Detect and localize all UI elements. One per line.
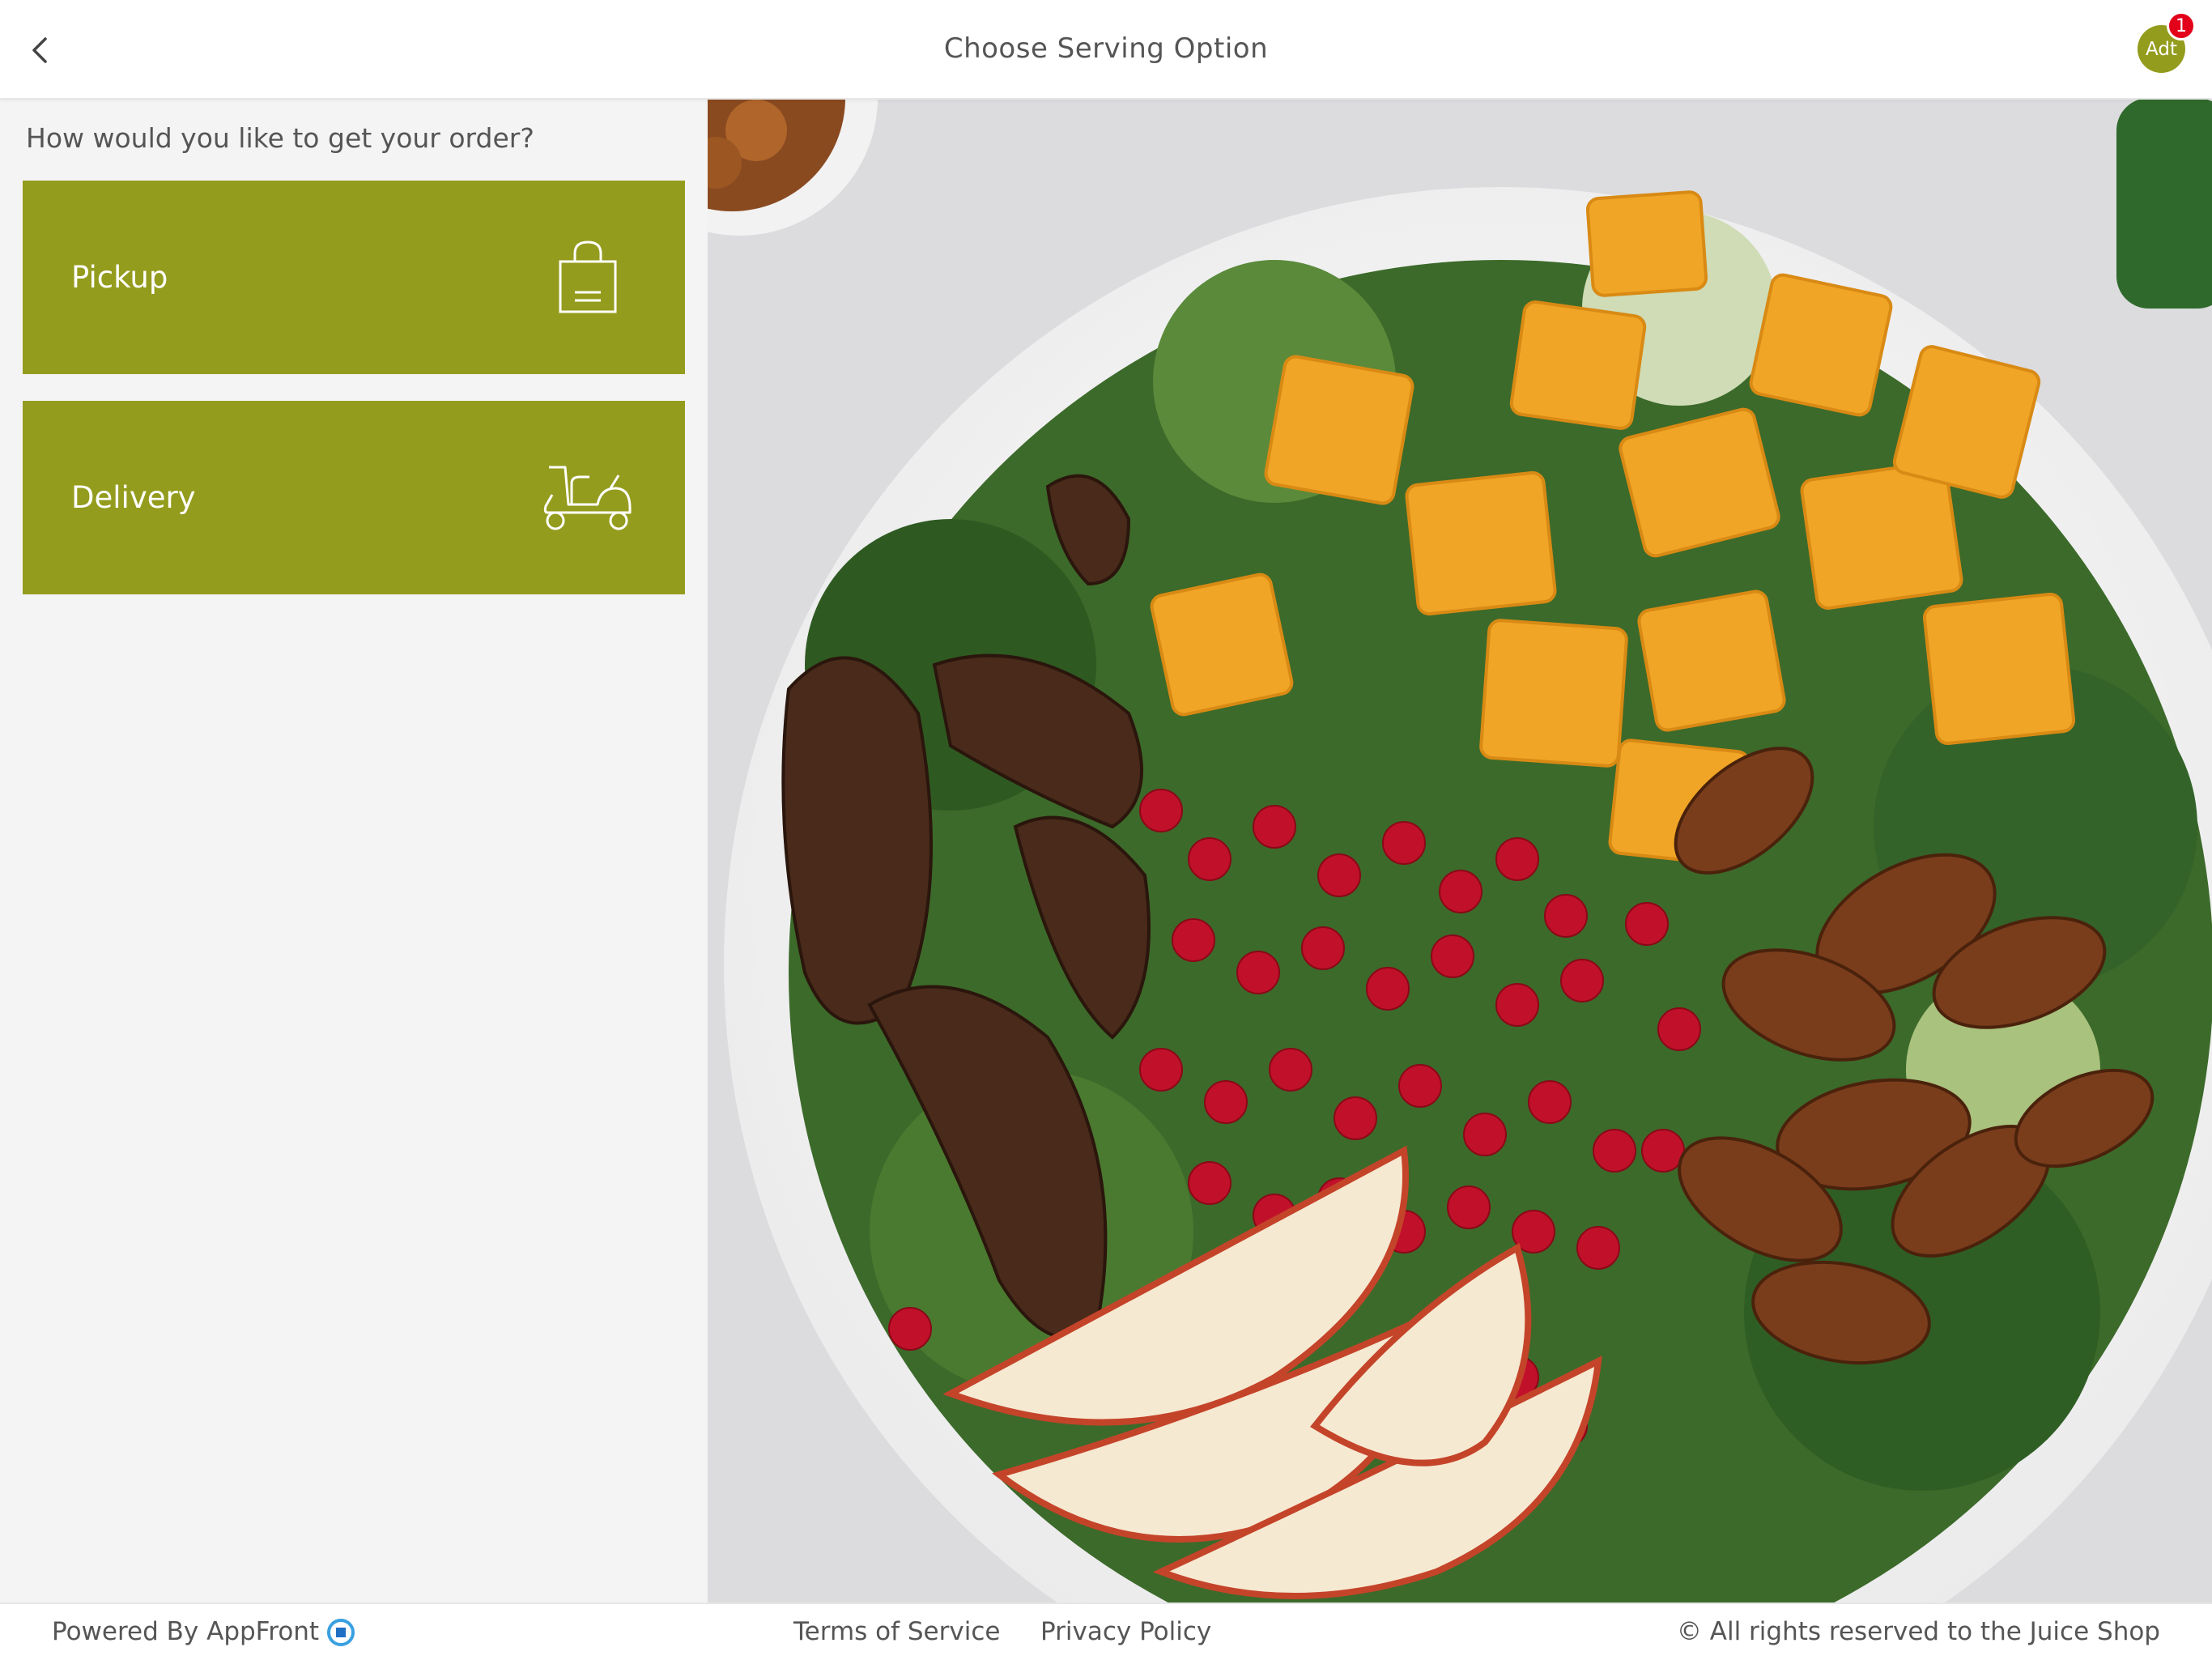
app-footer: Powered By AppFront Terms of Service Pri… [0,1603,2212,1660]
pickup-option-button[interactable]: Pickup [23,181,685,374]
delivery-option-button[interactable]: Delivery [23,401,685,594]
scooter-icon [539,451,636,544]
copyright-text: © All rights reserved to the Juice Shop [1676,1617,2160,1646]
appfront-logo-icon [327,1618,355,1646]
pickup-option-label: Pickup [71,260,168,295]
privacy-policy-link[interactable]: Privacy Policy [1040,1604,1211,1660]
serving-options-panel: How would you like to get your order? Pi… [0,98,708,1603]
powered-by-link[interactable]: Powered By AppFront [52,1604,355,1660]
salad-bowl-image [708,98,2212,1603]
cart-count-badge: 1 [2167,11,2196,40]
page-title: Choose Serving Option [943,32,1269,65]
terms-of-service-link[interactable]: Terms of Service [793,1604,1000,1660]
powered-by-text: Powered By AppFront [52,1617,320,1646]
shopping-bag-icon [539,231,636,324]
app-header: Choose Serving Option Adt 1 [0,0,2212,100]
delivery-option-label: Delivery [71,480,196,515]
serving-question: How would you like to get your order? [26,122,534,154]
